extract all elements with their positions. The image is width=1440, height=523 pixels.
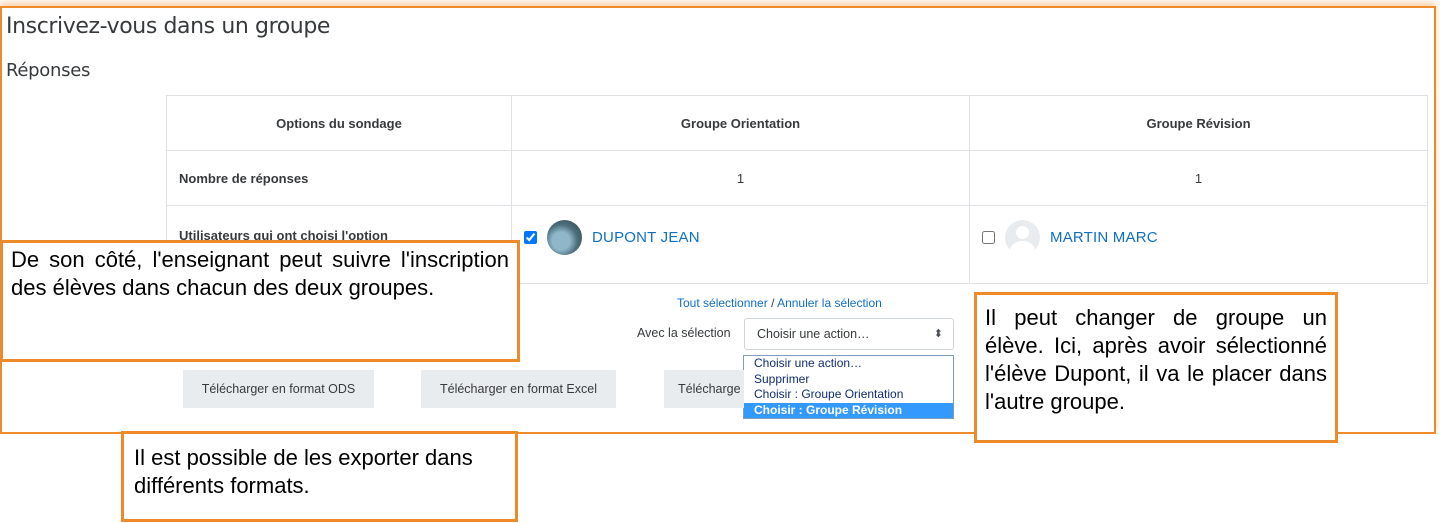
callout-teacher: De son côté, l'enseignant peut suivre l'… [0,240,520,362]
dropdown-option[interactable]: Supprimer [744,372,953,388]
user-entry: MARTIN MARC [982,220,1415,255]
user-entry: DUPONT JEAN [524,220,957,255]
users-revision-cell: MARTIN MARC [969,205,1428,284]
select-arrows-icon: ⬍ [933,328,943,340]
dropdown-option-selected[interactable]: Choisir : Groupe Révision [744,402,953,418]
avatar-placeholder-icon [1005,220,1040,255]
header-options: Options du sondage [166,95,512,151]
select-all-link[interactable]: Tout sélectionner [677,296,768,310]
table-row: Nombre de réponses 1 1 [166,150,1428,206]
dropdown-option[interactable]: Choisir : Groupe Orientation [744,387,953,403]
count-revision: 1 [969,150,1428,206]
count-orientation: 1 [511,150,970,206]
dropdown-option[interactable]: Choisir une action… [744,356,953,372]
users-orientation-cell: DUPONT JEAN [511,205,970,284]
action-select[interactable]: Choisir une action… ⬍ [744,318,954,350]
callout-change-group: Il peut changer de groupe un élève. Ici,… [974,292,1338,443]
user-checkbox[interactable] [524,231,537,244]
action-select-value: Choisir une action… [757,327,870,341]
avatar [547,220,582,255]
download-text-button[interactable]: Télécharge [664,370,744,408]
selection-links: Tout sélectionner / Annuler la sélection [677,296,882,310]
separator: / [767,296,778,310]
page-title: Inscrivez-vous dans un groupe [6,14,331,39]
user-checkbox[interactable] [982,231,995,244]
callout-export: Il est possible de les exporter dans dif… [121,431,518,522]
deselect-all-link[interactable]: Annuler la sélection [777,296,882,310]
row-label-count: Nombre de réponses [166,150,512,206]
table-header-row: Options du sondage Groupe Orientation Gr… [166,95,1428,151]
header-group-orientation: Groupe Orientation [511,95,970,151]
section-title: Réponses [6,60,91,81]
header-group-revision: Groupe Révision [969,95,1428,151]
user-link[interactable]: MARTIN MARC [1050,229,1158,246]
user-link[interactable]: DUPONT JEAN [592,229,700,246]
with-selection-label: Avec la sélection [637,326,731,340]
action-dropdown-list: Choisir une action… Supprimer Choisir : … [743,355,954,419]
download-excel-button[interactable]: Télécharger en format Excel [421,370,616,408]
download-ods-button[interactable]: Télécharger en format ODS [183,370,374,408]
